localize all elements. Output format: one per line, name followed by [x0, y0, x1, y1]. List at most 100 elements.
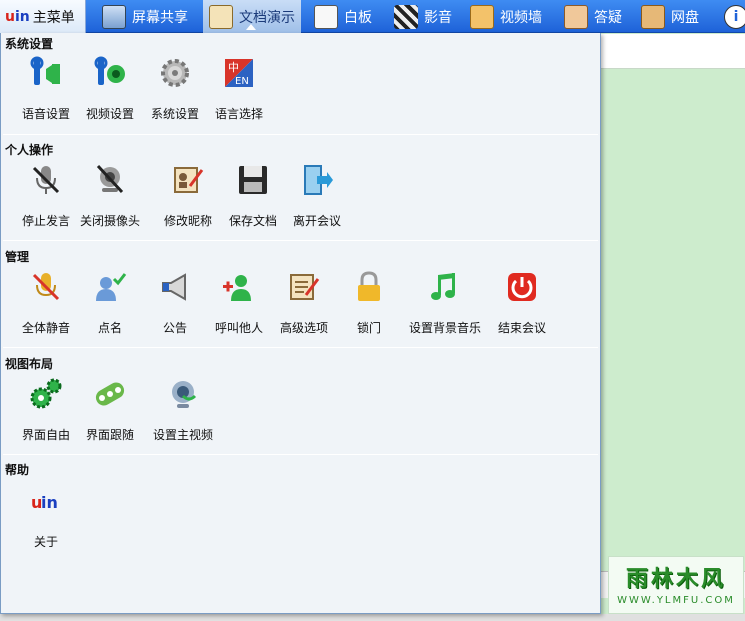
menu-item-label: 离开会议 — [292, 214, 341, 228]
svg-text:中: 中 — [228, 61, 239, 74]
menu-item-label: 语音设置 — [21, 107, 70, 121]
watermark-url: WWW.YLMFU.COM — [617, 595, 735, 606]
info-button[interactable]: i — [718, 0, 745, 33]
menu-item-announcement[interactable]: 公告 — [140, 269, 210, 341]
section-title-view-layout: 视图布局 — [5, 357, 54, 371]
media-label: 影音 — [424, 9, 452, 26]
menu-item-label: 关闭摄像头 — [79, 214, 140, 228]
add-user-icon — [223, 275, 251, 301]
menu-item-label: 视频设置 — [85, 107, 134, 121]
screen-share-button[interactable]: 屏幕共享 — [96, 0, 188, 33]
main-menu-label: 主菜单 — [32, 9, 75, 26]
menu-item-label: 语言选择 — [214, 107, 263, 121]
menu-item-label: 高级选项 — [279, 321, 328, 335]
menu-item-advanced-options[interactable]: 高级选项 — [269, 269, 339, 341]
section-title-system: 系统设置 — [5, 37, 54, 51]
content-header-strip — [601, 34, 745, 69]
main-menu-dropdown: 系统设置 语音设置 视频设置 系统设置 中 EN 语言选择 个人操作 停止发言 … — [0, 33, 601, 614]
qa-icon — [564, 4, 588, 29]
section-separator — [3, 454, 598, 455]
menu-item-label: 停止发言 — [21, 214, 70, 228]
main-menu-button[interactable]: uin 主菜单 — [0, 0, 86, 33]
menu-item-audio-settings[interactable]: 语音设置 — [11, 55, 81, 127]
menu-item-label: 关于 — [33, 535, 58, 549]
menu-item-change-nickname[interactable]: 修改昵称 — [153, 162, 223, 234]
advanced-options-icon — [290, 274, 320, 300]
whiteboard-icon — [314, 4, 338, 29]
menu-item-video-settings[interactable]: 视频设置 — [75, 55, 145, 127]
menu-item-about[interactable]: u in 关于 — [11, 483, 81, 555]
doc-present-label: 文档演示 — [239, 9, 295, 26]
section-separator — [3, 240, 598, 241]
menu-item-system-settings[interactable]: 系统设置 — [140, 55, 210, 127]
music-note-icon — [431, 273, 455, 300]
watermark-title: 雨林木风 — [625, 567, 726, 592]
uin-logo-icon: u in — [31, 493, 58, 512]
power-icon — [508, 273, 536, 301]
exit-door-icon — [304, 165, 333, 195]
media-button[interactable]: 影音 — [388, 0, 452, 33]
menu-item-label: 结束会议 — [497, 321, 546, 335]
menu-item-label: 设置背景音乐 — [409, 321, 482, 335]
menu-item-language[interactable]: 中 EN 语言选择 — [204, 55, 274, 127]
qa-button[interactable]: 答疑 — [558, 0, 622, 33]
gears-icon — [30, 378, 62, 409]
follow-layout-icon — [95, 382, 125, 406]
megaphone-icon — [162, 273, 186, 301]
menu-item-set-main-video[interactable]: 设置主视频 — [140, 376, 226, 448]
camera-off-icon — [96, 164, 124, 194]
mute-all-icon — [32, 273, 60, 301]
menu-item-leave-meeting[interactable]: 离开会议 — [282, 162, 352, 234]
main-video-icon — [172, 381, 197, 408]
menu-item-mute-all[interactable]: 全体静音 — [11, 269, 81, 341]
menu-item-background-music[interactable]: 设置背景音乐 — [409, 269, 482, 341]
roll-call-icon — [96, 273, 127, 301]
main-content-area — [601, 69, 745, 574]
menu-item-label: 点名 — [97, 321, 122, 335]
net-disk-button[interactable]: 网盘 — [635, 0, 699, 33]
video-settings-icon — [94, 56, 125, 85]
edit-nickname-icon — [174, 167, 204, 193]
watermark-logo: 雨林木风 WWW.YLMFU.COM — [608, 556, 744, 614]
menu-item-lock-door[interactable]: 锁门 — [334, 269, 404, 341]
menu-item-call-others[interactable]: 呼叫他人 — [204, 269, 274, 341]
net-disk-label: 网盘 — [671, 9, 699, 26]
qa-label: 答疑 — [594, 9, 622, 26]
section-title-personal: 个人操作 — [5, 143, 54, 157]
gear-icon — [161, 59, 189, 87]
whiteboard-button[interactable]: 白板 — [308, 0, 372, 33]
screen-share-label: 屏幕共享 — [132, 9, 188, 26]
menu-item-label: 系统设置 — [150, 107, 199, 121]
svg-text:in: in — [41, 493, 58, 512]
section-separator — [3, 134, 598, 135]
video-wall-button[interactable]: 视频墙 — [464, 0, 542, 33]
info-icon: i — [724, 4, 745, 29]
mute-microphone-icon — [32, 166, 60, 194]
menu-item-stop-speaking[interactable]: 停止发言 — [11, 162, 81, 234]
menu-item-label: 全体静音 — [21, 321, 70, 335]
menu-item-label: 修改昵称 — [163, 214, 212, 228]
menu-item-roll-call[interactable]: 点名 — [75, 269, 145, 341]
audio-settings-icon — [30, 56, 60, 85]
uin-logo: uin — [5, 8, 30, 25]
menu-item-follow-layout[interactable]: 界面跟随 — [75, 376, 145, 448]
menu-item-free-layout[interactable]: 界面自由 — [11, 376, 81, 448]
menu-item-label: 设置主视频 — [152, 428, 213, 442]
save-icon — [239, 166, 267, 194]
menu-item-label: 公告 — [162, 321, 187, 335]
menu-item-save-document[interactable]: 保存文档 — [218, 162, 288, 234]
lock-icon — [358, 271, 380, 301]
svg-text:EN: EN — [235, 76, 249, 87]
menu-item-label: 界面跟随 — [85, 428, 134, 442]
menu-item-camera-off[interactable]: 关闭摄像头 — [75, 162, 145, 234]
section-title-help: 帮助 — [5, 463, 30, 477]
section-title-manage: 管理 — [5, 250, 30, 264]
whiteboard-label: 白板 — [344, 9, 372, 26]
menu-item-end-meeting[interactable]: 结束会议 — [487, 269, 557, 341]
section-separator — [3, 347, 598, 348]
top-toolbar: uin 主菜单 屏幕共享 文档演示 白板 影音 视频墙 答疑 网盘 i — [0, 0, 745, 33]
monitor-icon — [102, 4, 126, 29]
menu-item-label: 锁门 — [356, 321, 381, 335]
video-wall-icon — [470, 4, 494, 29]
video-wall-label: 视频墙 — [500, 9, 542, 26]
